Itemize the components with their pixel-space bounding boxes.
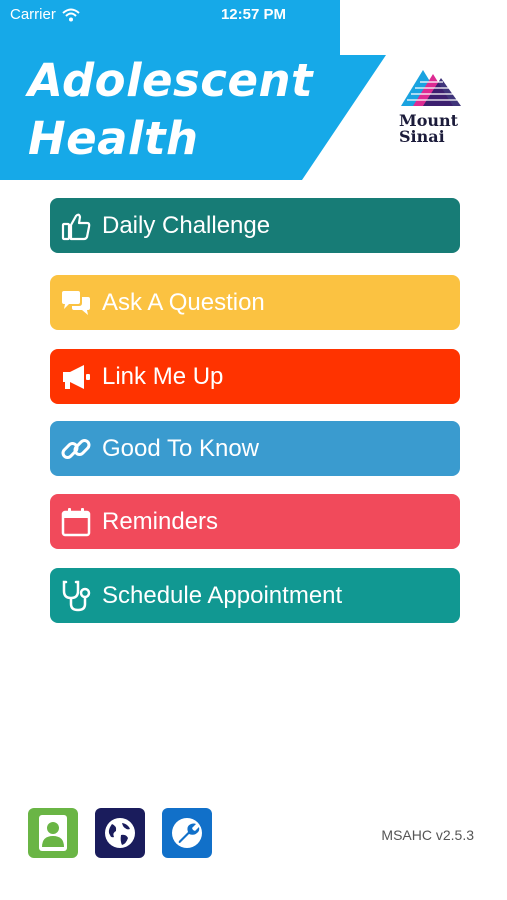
schedule-appointment-button[interactable]: Schedule Appointment [50, 568, 460, 623]
settings-button[interactable] [162, 808, 212, 858]
status-bar: Carrier 12:57 PM [0, 0, 507, 30]
app-title: Adolescent Health [28, 54, 314, 165]
web-button[interactable] [95, 808, 145, 858]
link-icon [50, 421, 102, 476]
menu-item-label: Reminders [102, 507, 219, 535]
daily-challenge-button[interactable]: Daily Challenge [50, 198, 460, 253]
reminders-button[interactable]: Reminders [50, 494, 460, 549]
bottom-toolbar [28, 808, 212, 858]
megaphone-icon [50, 349, 102, 404]
thumbs-up-icon [50, 198, 102, 253]
menu-item-label: Ask A Question [102, 288, 265, 316]
chat-bubbles-icon [50, 275, 102, 330]
version-label: MSAHC v2.5.3 [381, 827, 474, 843]
link-me-up-button[interactable]: Link Me Up [50, 349, 460, 404]
wrench-icon [172, 818, 202, 848]
good-to-know-button[interactable]: Good To Know [50, 421, 460, 476]
menu-item-label: Schedule Appointment [102, 581, 343, 609]
clock: 12:57 PM [220, 6, 287, 23]
mount-sinai-logo [401, 70, 461, 106]
globe-icon [105, 818, 135, 848]
contacts-button[interactable] [28, 808, 78, 858]
ask-a-question-button[interactable]: Ask A Question [50, 275, 460, 330]
menu-item-label: Good To Know [102, 434, 259, 462]
calendar-icon [50, 494, 102, 549]
battery-icon [471, 8, 498, 21]
contact-icon [39, 815, 67, 851]
menu-item-label: Daily Challenge [102, 211, 271, 239]
stethoscope-icon [50, 568, 102, 623]
menu-item-label: Link Me Up [102, 362, 224, 390]
logo-wordmark: Mount Sinai [399, 111, 459, 146]
